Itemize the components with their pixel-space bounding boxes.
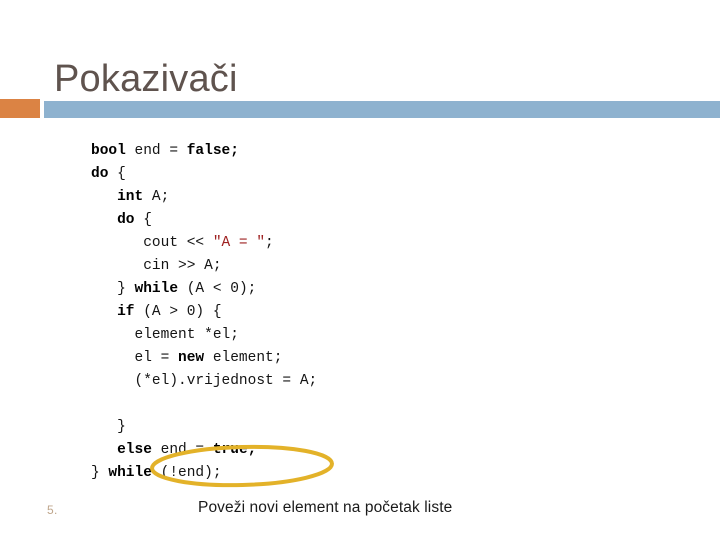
code-keyword: do bbox=[117, 211, 135, 228]
code-keyword: bool bbox=[91, 142, 126, 159]
page-title: Pokazivači bbox=[54, 58, 238, 101]
code-text: cin >> A; bbox=[91, 257, 222, 274]
slide: Pokazivači 5. bool end = false; do { int … bbox=[0, 0, 720, 540]
code-line: do { bbox=[91, 163, 317, 186]
code-line: (*el).vrijednost = A; bbox=[91, 370, 318, 393]
code-text: } bbox=[91, 464, 109, 481]
code-text: element *el; bbox=[91, 326, 239, 343]
code-line: if (A > 0) { bbox=[91, 301, 317, 324]
accent-square-decoration bbox=[0, 99, 40, 118]
code-keyword: if bbox=[117, 303, 135, 320]
code-line: bool end = false; bbox=[91, 140, 317, 163]
code-line: cin >> A; bbox=[91, 255, 317, 278]
code-text: element; bbox=[204, 349, 283, 366]
code-text: (!end); bbox=[151, 464, 222, 481]
code-line: cout << "A = "; bbox=[91, 232, 317, 255]
code-text: } bbox=[91, 418, 126, 435]
code-line: element *el; bbox=[91, 324, 317, 347]
code-text: { bbox=[108, 165, 126, 182]
code-text: } bbox=[91, 280, 135, 297]
list-item-number: 5. bbox=[47, 503, 58, 517]
code-text: ; bbox=[265, 234, 274, 251]
code-text: A; bbox=[143, 188, 170, 205]
code-line: el = new element; bbox=[91, 347, 317, 370]
code-keyword: while bbox=[108, 464, 152, 481]
code-line: } while (A < 0); bbox=[91, 278, 317, 301]
code-keyword: do bbox=[91, 165, 109, 182]
code-text: cout << bbox=[91, 234, 213, 251]
accent-bar-decoration bbox=[44, 101, 720, 118]
code-keyword: int bbox=[117, 188, 144, 205]
code-line: } while (!end); bbox=[91, 462, 317, 485]
code-keyword: new bbox=[178, 349, 205, 366]
code-keyword: else bbox=[117, 441, 152, 458]
code-line: do { bbox=[91, 209, 317, 232]
code-line: } bbox=[91, 416, 317, 439]
code-text: end = bbox=[151, 441, 213, 458]
code-block: bool end = false; do { int A; do { cout <… bbox=[91, 140, 317, 485]
code-line: else end = true; bbox=[91, 439, 317, 462]
code-line: int A; bbox=[91, 186, 317, 209]
code-keyword: while bbox=[134, 280, 179, 297]
code-string-literal: "A = " bbox=[212, 234, 266, 251]
code-text: { bbox=[134, 211, 152, 228]
code-keyword: false; bbox=[186, 142, 239, 159]
code-text: el = bbox=[91, 349, 179, 366]
slide-content: 5. bool end = false; do { int A; do { cou… bbox=[0, 118, 720, 540]
instruction-note: Poveži novi element na početak liste bbox=[198, 499, 453, 516]
code-keyword: true; bbox=[212, 441, 257, 458]
code-text: (*el).vrijednost = A; bbox=[91, 372, 318, 389]
code-text: end = bbox=[125, 142, 187, 159]
code-text: (A > 0) { bbox=[134, 303, 222, 320]
code-text: (A < 0); bbox=[178, 280, 257, 297]
